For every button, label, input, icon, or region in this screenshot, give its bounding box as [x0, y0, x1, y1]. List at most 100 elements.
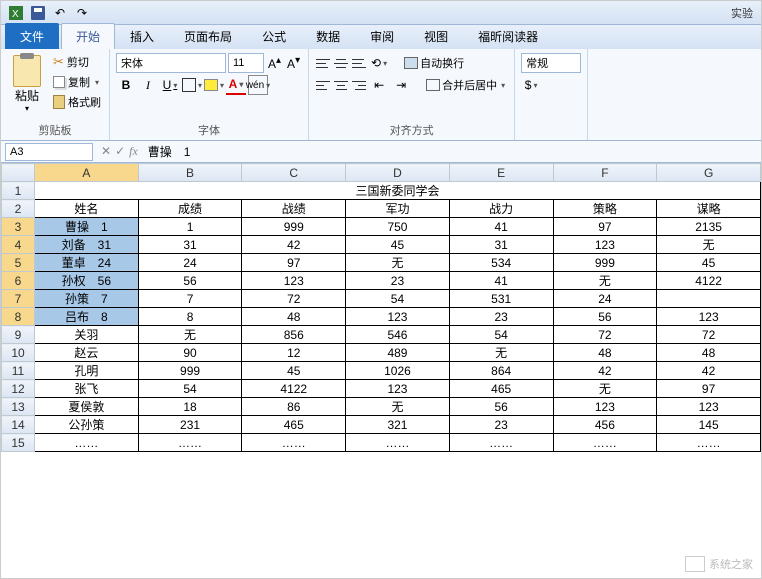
cell[interactable]: 无 — [657, 236, 761, 254]
cell[interactable]: 无 — [346, 254, 450, 272]
cell[interactable]: 24 — [138, 254, 242, 272]
cell[interactable]: 12 — [242, 344, 346, 362]
align-top-icon[interactable] — [315, 56, 331, 70]
align-bottom-icon[interactable] — [351, 56, 367, 70]
row-header[interactable]: 6 — [2, 272, 35, 290]
cell[interactable]: 无 — [138, 326, 242, 344]
cell[interactable]: 成绩 — [138, 200, 242, 218]
cell[interactable]: 145 — [657, 416, 761, 434]
cell[interactable]: 45 — [346, 236, 450, 254]
cell[interactable]: 23 — [346, 272, 450, 290]
cell[interactable]: 465 — [242, 416, 346, 434]
cell[interactable]: 864 — [449, 362, 553, 380]
redo-icon[interactable]: ↷ — [73, 4, 91, 22]
cell[interactable]: 90 — [138, 344, 242, 362]
cell[interactable]: 489 — [346, 344, 450, 362]
tab-foxit[interactable]: 福昕阅读器 — [463, 23, 553, 49]
cell[interactable]: 42 — [657, 362, 761, 380]
cell[interactable]: 策略 — [553, 200, 657, 218]
cell[interactable]: …… — [242, 434, 346, 452]
cell[interactable]: 54 — [138, 380, 242, 398]
cell[interactable]: 123 — [553, 236, 657, 254]
cell[interactable]: 123 — [657, 398, 761, 416]
format-painter-button[interactable]: 格式刷 — [51, 93, 103, 111]
wrap-text-button[interactable]: 自动换行 — [401, 54, 467, 72]
cell[interactable] — [657, 290, 761, 308]
orientation-button[interactable]: ⟲ — [369, 53, 389, 73]
decrease-indent-icon[interactable]: ⇤ — [369, 75, 389, 95]
row-header[interactable]: 4 — [2, 236, 35, 254]
cell[interactable]: 18 — [138, 398, 242, 416]
col-header-E[interactable]: E — [449, 164, 553, 182]
cell[interactable]: 刘备 31 — [35, 236, 139, 254]
cell[interactable]: 42 — [553, 362, 657, 380]
paste-button[interactable]: 粘贴 ▾ — [7, 53, 47, 120]
undo-icon[interactable]: ↶ — [51, 4, 69, 22]
cell[interactable]: …… — [657, 434, 761, 452]
cell[interactable]: 72 — [242, 290, 346, 308]
cell[interactable]: 42 — [242, 236, 346, 254]
fill-color-button[interactable] — [204, 75, 224, 95]
align-right-icon[interactable] — [351, 78, 367, 92]
row-header[interactable]: 2 — [2, 200, 35, 218]
cell[interactable]: 856 — [242, 326, 346, 344]
cell[interactable]: 97 — [242, 254, 346, 272]
col-header-B[interactable]: B — [138, 164, 242, 182]
cell[interactable]: 无 — [553, 272, 657, 290]
cell[interactable]: …… — [35, 434, 139, 452]
cell[interactable]: 公孙策 — [35, 416, 139, 434]
align-center-icon[interactable] — [333, 78, 349, 92]
border-button[interactable] — [182, 75, 202, 95]
tab-review[interactable]: 审阅 — [355, 23, 409, 49]
cell[interactable]: 31 — [449, 236, 553, 254]
cell[interactable]: 321 — [346, 416, 450, 434]
col-header-D[interactable]: D — [346, 164, 450, 182]
row-header[interactable]: 1 — [2, 182, 35, 200]
cell[interactable]: 54 — [449, 326, 553, 344]
cell[interactable]: 无 — [449, 344, 553, 362]
row-header[interactable]: 5 — [2, 254, 35, 272]
number-format-select[interactable] — [521, 53, 581, 73]
cell[interactable]: 54 — [346, 290, 450, 308]
cell[interactable]: 999 — [138, 362, 242, 380]
cancel-formula-icon[interactable]: ✕ — [101, 144, 111, 159]
cell[interactable]: 41 — [449, 272, 553, 290]
cell[interactable]: 谋略 — [657, 200, 761, 218]
cell[interactable]: 无 — [346, 398, 450, 416]
cell[interactable]: 531 — [449, 290, 553, 308]
name-box[interactable] — [5, 143, 93, 161]
cell[interactable]: 123 — [553, 398, 657, 416]
cell[interactable]: 56 — [553, 308, 657, 326]
font-name-select[interactable] — [116, 53, 226, 73]
save-icon[interactable] — [29, 4, 47, 22]
cell[interactable]: 4122 — [657, 272, 761, 290]
cell[interactable]: 军功 — [346, 200, 450, 218]
enter-formula-icon[interactable]: ✓ — [115, 144, 125, 159]
cell[interactable]: 56 — [449, 398, 553, 416]
cell[interactable]: 72 — [553, 326, 657, 344]
cell[interactable]: 张飞 — [35, 380, 139, 398]
cell[interactable]: 24 — [553, 290, 657, 308]
cell[interactable]: 7 — [138, 290, 242, 308]
tab-file[interactable]: 文件 — [5, 23, 59, 49]
cell[interactable]: 1026 — [346, 362, 450, 380]
cell[interactable]: 123 — [346, 380, 450, 398]
cell[interactable]: 4122 — [242, 380, 346, 398]
phonetic-button[interactable]: wén — [248, 75, 268, 95]
cell[interactable]: 123 — [657, 308, 761, 326]
cell[interactable]: 夏侯敦 — [35, 398, 139, 416]
row-header[interactable]: 11 — [2, 362, 35, 380]
cell[interactable]: 31 — [138, 236, 242, 254]
row-header[interactable]: 9 — [2, 326, 35, 344]
cell[interactable]: …… — [449, 434, 553, 452]
cell[interactable]: 8 — [138, 308, 242, 326]
grow-font-icon[interactable]: A▴ — [266, 55, 283, 71]
tab-layout[interactable]: 页面布局 — [169, 23, 247, 49]
cell[interactable]: 三国新委同学会 — [35, 182, 761, 200]
increase-indent-icon[interactable]: ⇥ — [391, 75, 411, 95]
formula-input[interactable] — [142, 143, 761, 161]
tab-insert[interactable]: 插入 — [115, 23, 169, 49]
col-header-G[interactable]: G — [657, 164, 761, 182]
cell[interactable]: 姓名 — [35, 200, 139, 218]
tab-view[interactable]: 视图 — [409, 23, 463, 49]
